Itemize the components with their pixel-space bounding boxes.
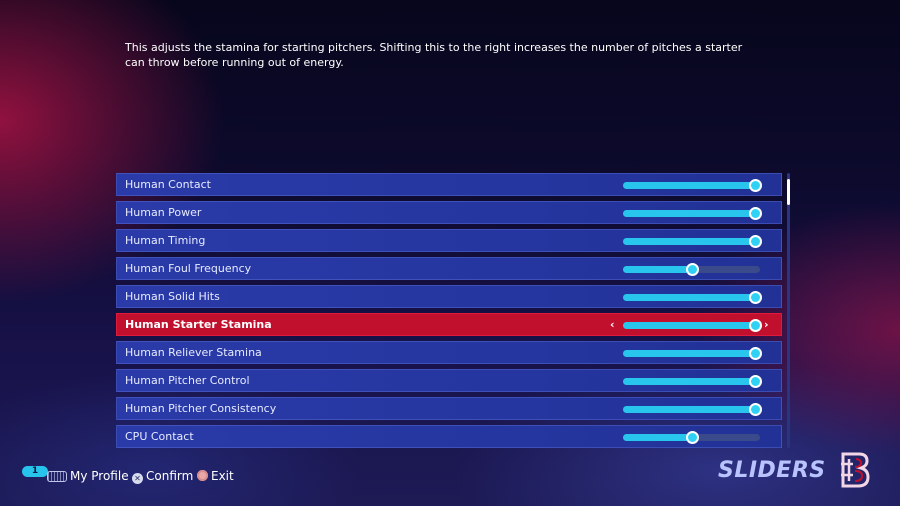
confirm-label: Confirm — [146, 469, 194, 483]
slider-knob[interactable] — [748, 207, 762, 220]
slider-label: CPU Contact — [125, 430, 194, 443]
slider-fill — [623, 406, 755, 413]
slider-label: Human Starter Stamina — [125, 318, 272, 331]
slider-row[interactable]: Human Contact — [116, 173, 782, 196]
scrollbar-thumb[interactable] — [787, 179, 790, 205]
slider-fill — [623, 350, 755, 357]
slider-track[interactable] — [623, 403, 762, 416]
slider-track[interactable] — [623, 347, 762, 360]
slider-track[interactable] — [623, 179, 762, 192]
slider-row[interactable]: Human Foul Frequency — [116, 257, 782, 280]
slider-fill — [623, 322, 755, 329]
increase-arrow-icon[interactable]: › — [764, 314, 769, 336]
screen-title: SLIDERS — [718, 458, 826, 483]
slider-knob[interactable] — [748, 347, 762, 360]
scrollbar[interactable] — [787, 173, 790, 448]
slider-label: Human Timing — [125, 234, 206, 247]
slider-fill — [623, 434, 692, 441]
slider-fill — [623, 182, 755, 189]
slider-row[interactable]: Human Solid Hits — [116, 285, 782, 308]
slider-track[interactable] — [623, 375, 762, 388]
slider-row-selected[interactable]: Human Starter Stamina ‹ › — [116, 313, 782, 336]
slider-track[interactable] — [623, 291, 762, 304]
slider-knob[interactable] — [748, 375, 762, 388]
team-logo-icon — [841, 452, 870, 488]
slider-list: Human Contact Human Power Human Timing Huma… — [116, 173, 782, 453]
slider-knob[interactable] — [748, 235, 762, 248]
slider-track[interactable] — [623, 319, 762, 332]
slider-fill — [623, 378, 755, 385]
slider-row[interactable]: Human Power — [116, 201, 782, 224]
slider-fill — [623, 294, 755, 301]
slider-row[interactable]: Human Timing — [116, 229, 782, 252]
slider-track[interactable] — [623, 263, 760, 276]
setting-description: This adjusts the stamina for starting pi… — [125, 41, 743, 69]
slider-fill — [623, 238, 755, 245]
slider-label: Human Pitcher Control — [125, 374, 250, 387]
slider-knob[interactable] — [685, 431, 699, 444]
slider-track[interactable] — [623, 207, 762, 220]
player-number-badge: 1 — [22, 466, 48, 477]
slider-fill — [623, 266, 692, 273]
slider-row[interactable]: CPU Contact — [116, 425, 782, 448]
slider-track[interactable] — [623, 431, 760, 444]
slider-knob[interactable] — [748, 403, 762, 416]
slider-knob[interactable] — [748, 291, 762, 304]
decrease-arrow-icon[interactable]: ‹ — [610, 314, 615, 336]
exit-label: Exit — [211, 469, 234, 483]
slider-label: Human Contact — [125, 178, 211, 191]
slider-row[interactable]: Human Pitcher Consistency — [116, 397, 782, 420]
slider-label: Human Solid Hits — [125, 290, 220, 303]
slider-label: Human Reliever Stamina — [125, 346, 262, 359]
circle-button-icon — [197, 470, 208, 481]
exit-control[interactable]: Exit — [197, 464, 234, 488]
cross-button-icon: ✕ — [132, 473, 143, 484]
slider-knob[interactable] — [748, 179, 762, 192]
slider-fill — [623, 210, 755, 217]
slider-label: Human Foul Frequency — [125, 262, 252, 275]
confirm-control[interactable]: ✕ Confirm — [132, 464, 193, 488]
slider-track[interactable] — [623, 235, 762, 248]
slider-label: Human Pitcher Consistency — [125, 402, 277, 415]
slider-label: Human Power — [125, 206, 202, 219]
slider-row[interactable]: Human Pitcher Control — [116, 369, 782, 392]
slider-knob[interactable] — [748, 319, 762, 332]
slider-knob[interactable] — [685, 263, 699, 276]
slider-row[interactable]: Human Reliever Stamina — [116, 341, 782, 364]
profile-label: My Profile — [70, 469, 129, 483]
touchpad-icon — [47, 471, 67, 482]
